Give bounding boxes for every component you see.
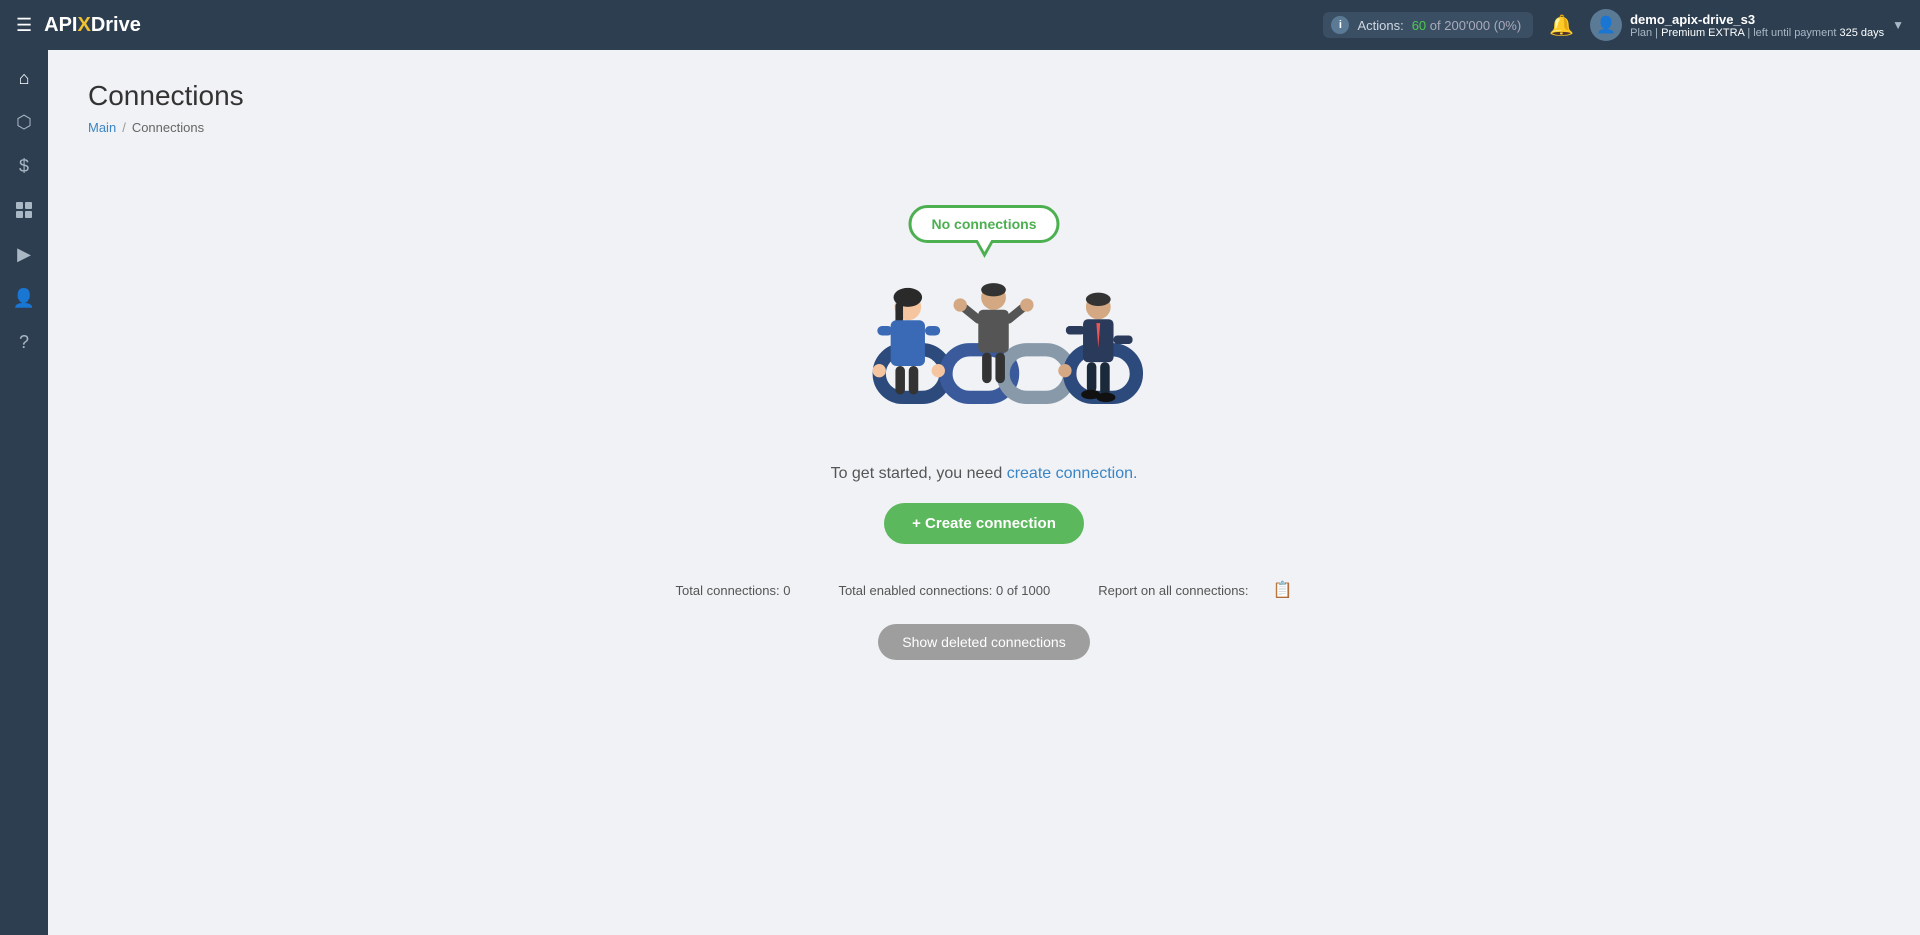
cta-text-before: To get started, you need [831,465,1003,482]
actions-used: 60 [1412,18,1426,33]
sidebar-item-home[interactable]: ⌂ [4,58,44,98]
actions-percent: (0%) [1494,18,1521,33]
cta-text: To get started, you need create connecti… [831,465,1138,483]
sidebar-item-profile[interactable]: 👤 [4,278,44,318]
sidebar-item-services[interactable] [4,190,44,230]
people-chain-illustration [794,245,1174,445]
actions-total: 200'000 [1444,18,1490,33]
actions-box: i Actions: 60 of 200'000 (0%) [1323,12,1533,38]
breadcrumb-home[interactable]: Main [88,120,116,135]
plan-name: Premium EXTRA [1661,27,1744,39]
breadcrumb-current: Connections [132,120,204,135]
sidebar-item-tutorials[interactable]: ▶ [4,234,44,274]
user-info[interactable]: 👤 demo_apix-drive_s3 Plan | Premium EXTR… [1590,9,1904,41]
center-area: No connections [88,165,1880,700]
hamburger-icon[interactable]: ☰ [16,15,32,36]
show-deleted-button[interactable]: Show deleted connections [878,624,1089,660]
main-content: Connections Main / Connections No connec… [48,50,1920,935]
sidebar-item-connections[interactable]: ⬡ [4,102,44,142]
info-icon: i [1331,16,1349,34]
topnav-right: i Actions: 60 of 200'000 (0%) 🔔 👤 demo_a… [1323,9,1904,41]
chevron-down-icon: ▼ [1892,18,1904,32]
sidebar: ⌂ ⬡ $ ▶ 👤 ? [0,50,48,935]
bell-icon[interactable]: 🔔 [1549,13,1574,38]
user-name: demo_apix-drive_s3 [1630,12,1884,27]
plan-prefix: Plan | [1630,27,1658,39]
total-enabled-connections: Total enabled connections: 0 of 1000 [838,583,1050,598]
page-title: Connections [88,80,1880,112]
breadcrumb: Main / Connections [88,120,1880,135]
topnav-left: ☰ APIXDrive [16,14,141,37]
illustration: No connections [794,205,1174,445]
total-connections: Total connections: 0 [676,583,791,598]
sidebar-item-help[interactable]: ? [4,322,44,362]
breadcrumb-separator: / [122,120,126,135]
no-connections-bubble: No connections [908,205,1059,243]
logo: APIXDrive [44,14,141,37]
user-details: demo_apix-drive_s3 Plan | Premium EXTRA … [1630,12,1884,39]
sidebar-item-billing[interactable]: $ [4,146,44,186]
actions-count: 60 of 200'000 (0%) [1412,18,1522,33]
report-label: Report on all connections: [1098,583,1248,598]
cta-link[interactable]: create connection. [1007,465,1138,482]
logo-text: APIXDrive [44,14,141,37]
topnav: ☰ APIXDrive i Actions: 60 of 200'000 (0%… [0,0,1920,50]
report-icon[interactable]: 📋 [1273,580,1293,600]
layout: ⌂ ⬡ $ ▶ 👤 ? Connections Main / Connectio… [0,50,1920,935]
actions-label: Actions: [1357,18,1403,33]
stats-row: Total connections: 0 Total enabled conne… [676,580,1293,600]
user-plan: Plan | Premium EXTRA | left until paymen… [1630,27,1884,39]
plan-suffix: | left until payment [1747,27,1836,39]
actions-of: of [1430,18,1444,33]
plan-days: 325 days [1839,27,1884,39]
create-connection-button[interactable]: + Create connection [884,503,1084,544]
avatar: 👤 [1590,9,1622,41]
